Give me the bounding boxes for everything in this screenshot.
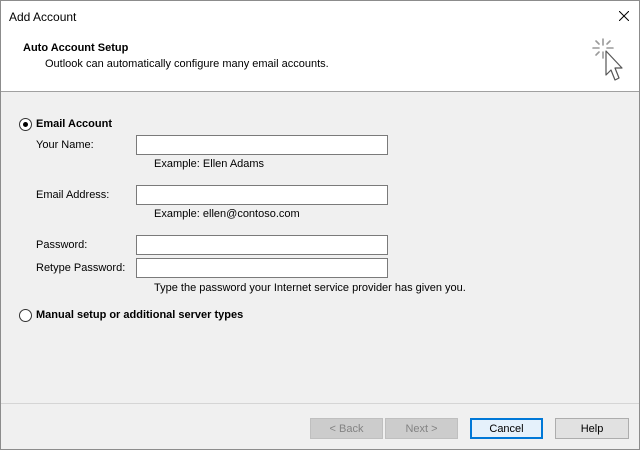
window-title: Add Account <box>9 10 77 24</box>
close-button[interactable] <box>609 1 639 31</box>
header-subtitle: Outlook can automatically configure many… <box>45 58 329 70</box>
header-title: Auto Account Setup <box>23 42 129 54</box>
cancel-button[interactable]: Cancel <box>470 418 543 439</box>
password-hint: Type the password your Internet service … <box>154 282 466 294</box>
magic-wand-cursor-icon <box>592 38 623 81</box>
password-input[interactable] <box>136 235 388 255</box>
email-address-input[interactable] <box>136 185 388 205</box>
back-button[interactable]: < Back <box>310 418 383 439</box>
password-label: Password: <box>36 239 88 251</box>
add-account-dialog: Add Account Auto Account Setup Outlook c… <box>0 0 640 450</box>
retype-password-label: Retype Password: <box>36 262 126 274</box>
email-address-example: Example: ellen@contoso.com <box>154 208 300 220</box>
close-icon <box>619 11 629 21</box>
retype-password-input[interactable] <box>136 258 388 278</box>
manual-setup-radio[interactable] <box>19 309 32 322</box>
email-account-label: Email Account <box>36 118 112 130</box>
help-button[interactable]: Help <box>555 418 629 439</box>
your-name-input[interactable] <box>136 135 388 155</box>
manual-setup-label: Manual setup or additional server types <box>36 309 244 321</box>
your-name-example: Example: Ellen Adams <box>154 158 265 170</box>
email-account-radio[interactable] <box>19 118 32 131</box>
wizard-header: Auto Account Setup Outlook can automatic… <box>1 31 639 92</box>
title-bar: Add Account <box>1 1 639 31</box>
next-button[interactable]: Next > <box>385 418 458 439</box>
your-name-label: Your Name: <box>36 139 94 151</box>
email-address-label: Email Address: <box>36 189 110 201</box>
footer-divider <box>1 403 639 404</box>
radio-selected-dot <box>23 122 28 127</box>
